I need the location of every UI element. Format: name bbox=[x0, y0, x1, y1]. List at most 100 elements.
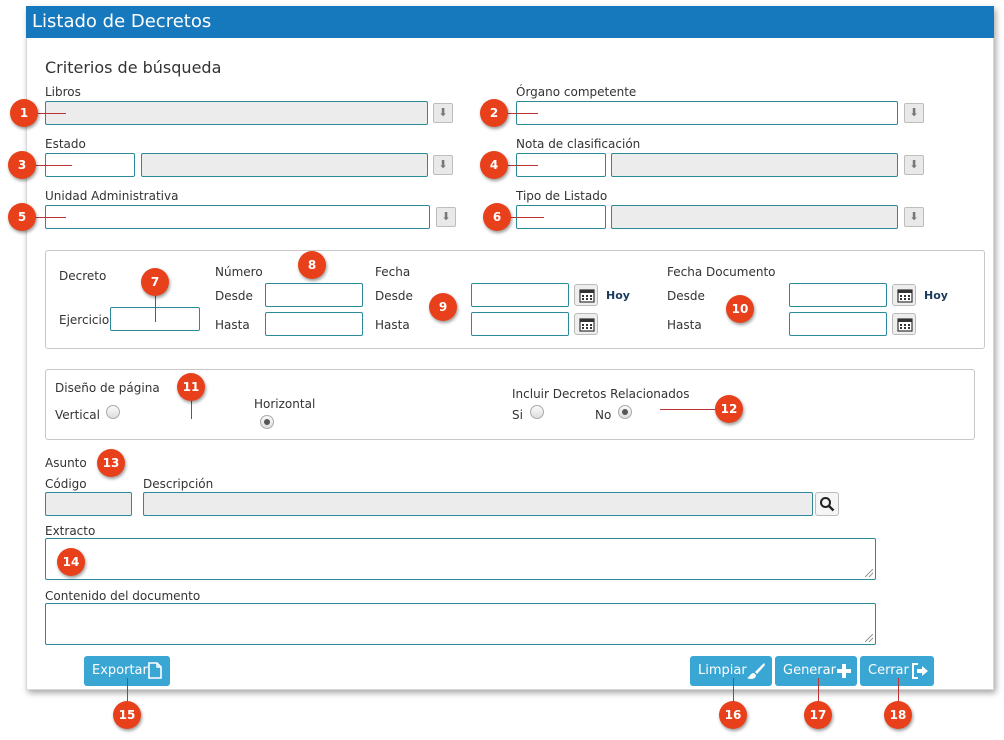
resize-grip-icon[interactable] bbox=[865, 569, 873, 577]
arrow-down-icon: ⬇ bbox=[909, 106, 919, 119]
limpiar-button[interactable]: Limpiar bbox=[690, 656, 772, 686]
extracto-label: Extracto bbox=[45, 524, 96, 538]
cerrar-label: Cerrar bbox=[868, 663, 909, 678]
callout-badge-1: 1 bbox=[10, 99, 38, 127]
tipo-label: Tipo de Listado bbox=[516, 189, 608, 203]
arrow-down-icon: ⬇ bbox=[909, 210, 919, 223]
estado-description-field[interactable] bbox=[141, 153, 428, 177]
fecha-doc-label: Fecha Documento bbox=[667, 265, 776, 279]
search-button[interactable] bbox=[815, 492, 839, 516]
callout-badge-8: 8 bbox=[298, 251, 326, 279]
si-radio[interactable] bbox=[530, 405, 544, 419]
estado-dropdown-button[interactable]: ⬇ bbox=[433, 155, 453, 175]
numero-desde-field[interactable] bbox=[265, 283, 363, 307]
unidad-field[interactable] bbox=[45, 205, 430, 229]
callout-line bbox=[508, 165, 538, 166]
fecha-desde-calendar-button[interactable] bbox=[574, 284, 598, 306]
arrow-down-icon: ⬇ bbox=[909, 158, 919, 171]
fecha-doc-hasta-label: Hasta bbox=[667, 318, 702, 332]
cerrar-button[interactable]: Cerrar bbox=[860, 656, 934, 686]
exportar-label: Exportar bbox=[92, 663, 148, 678]
fecha-label: Fecha bbox=[375, 265, 411, 279]
fecha-doc-desde-calendar-button[interactable] bbox=[892, 284, 916, 306]
callout-line bbox=[660, 409, 716, 410]
calendar-icon bbox=[897, 318, 913, 332]
nota-label: Nota de clasificación bbox=[516, 137, 641, 151]
fecha-doc-hasta-calendar-button[interactable] bbox=[892, 313, 916, 335]
tipo-description-field[interactable] bbox=[611, 205, 898, 229]
callout-badge-6: 6 bbox=[483, 203, 511, 231]
callout-badge-16: 16 bbox=[719, 701, 747, 729]
nota-dropdown-button[interactable]: ⬇ bbox=[904, 155, 924, 175]
limpiar-label: Limpiar bbox=[698, 663, 747, 678]
calendar-icon bbox=[579, 318, 595, 332]
contenido-textarea[interactable] bbox=[45, 603, 876, 645]
numero-hasta-label: Hasta bbox=[215, 318, 250, 332]
callout-badge-14: 14 bbox=[57, 548, 85, 576]
callout-line bbox=[36, 165, 72, 166]
unidad-label: Unidad Administrativa bbox=[45, 189, 179, 203]
fecha-doc-hoy-link[interactable]: Hoy bbox=[924, 289, 948, 302]
contenido-label: Contenido del documento bbox=[45, 589, 201, 603]
organo-label: Órgano competente bbox=[516, 85, 637, 99]
callout-badge-7: 7 bbox=[141, 268, 169, 296]
callout-badge-5: 5 bbox=[8, 203, 36, 231]
generar-label: Generar bbox=[783, 663, 836, 678]
callout-badge-2: 2 bbox=[480, 99, 508, 127]
callout-badge-13: 13 bbox=[97, 449, 125, 477]
extracto-textarea[interactable] bbox=[45, 538, 876, 580]
callout-line bbox=[508, 113, 538, 114]
arrow-down-icon: ⬇ bbox=[441, 210, 451, 223]
nota-description-field[interactable] bbox=[611, 153, 898, 177]
fecha-doc-desde-label: Desde bbox=[667, 289, 705, 303]
callout-badge-17: 17 bbox=[804, 701, 832, 729]
callout-badge-3: 3 bbox=[8, 151, 36, 179]
ejercicio-label: Ejercicio bbox=[59, 313, 110, 327]
unidad-dropdown-button[interactable]: ⬇ bbox=[436, 207, 456, 227]
brush-icon bbox=[747, 663, 765, 679]
tipo-dropdown-button[interactable]: ⬇ bbox=[904, 207, 924, 227]
numero-label: Número bbox=[215, 265, 263, 279]
decreto-label: Decreto bbox=[59, 269, 107, 283]
callout-line bbox=[36, 217, 66, 218]
numero-hasta-field[interactable] bbox=[265, 312, 363, 336]
calendar-icon bbox=[579, 289, 595, 303]
callout-badge-11: 11 bbox=[177, 373, 205, 401]
libros-field[interactable] bbox=[45, 101, 428, 125]
search-icon bbox=[820, 497, 835, 512]
horizontal-radio[interactable] bbox=[260, 415, 274, 429]
libros-dropdown-button[interactable]: ⬇ bbox=[433, 103, 453, 123]
resize-grip-icon[interactable] bbox=[865, 634, 873, 642]
descripcion-field[interactable] bbox=[143, 492, 813, 516]
fecha-desde-field[interactable] bbox=[471, 283, 569, 307]
callout-line bbox=[818, 678, 819, 702]
callout-badge-10: 10 bbox=[726, 295, 754, 323]
organo-field[interactable] bbox=[516, 101, 898, 125]
vertical-radio[interactable] bbox=[106, 405, 120, 419]
organo-dropdown-button[interactable]: ⬇ bbox=[904, 103, 924, 123]
diseno-label: Diseño de página bbox=[55, 381, 160, 395]
fecha-hoy-link[interactable]: Hoy bbox=[606, 289, 630, 302]
asunto-label: Asunto bbox=[45, 456, 87, 470]
callout-line bbox=[510, 217, 544, 218]
codigo-field[interactable] bbox=[45, 492, 132, 516]
fecha-hasta-calendar-button[interactable] bbox=[574, 313, 598, 335]
fecha-hasta-label: Hasta bbox=[375, 318, 410, 332]
section-title: Criterios de búsqueda bbox=[45, 58, 222, 77]
fecha-hasta-field[interactable] bbox=[471, 312, 569, 336]
fecha-doc-hasta-field[interactable] bbox=[789, 312, 887, 336]
fecha-doc-desde-field[interactable] bbox=[789, 283, 887, 307]
descripcion-label: Descripción bbox=[143, 477, 214, 491]
libros-label: Libros bbox=[45, 85, 81, 99]
arrow-down-icon: ⬇ bbox=[438, 106, 448, 119]
callout-line bbox=[36, 113, 66, 114]
callout-line bbox=[155, 296, 156, 322]
callout-line bbox=[733, 678, 734, 702]
no-radio[interactable] bbox=[618, 405, 632, 419]
generar-button[interactable]: Generar bbox=[775, 656, 857, 686]
sign-out-icon bbox=[912, 663, 928, 679]
plus-icon bbox=[837, 664, 851, 678]
callout-badge-18: 18 bbox=[884, 701, 912, 729]
callout-line bbox=[127, 678, 128, 702]
arrow-down-icon: ⬇ bbox=[438, 158, 448, 171]
